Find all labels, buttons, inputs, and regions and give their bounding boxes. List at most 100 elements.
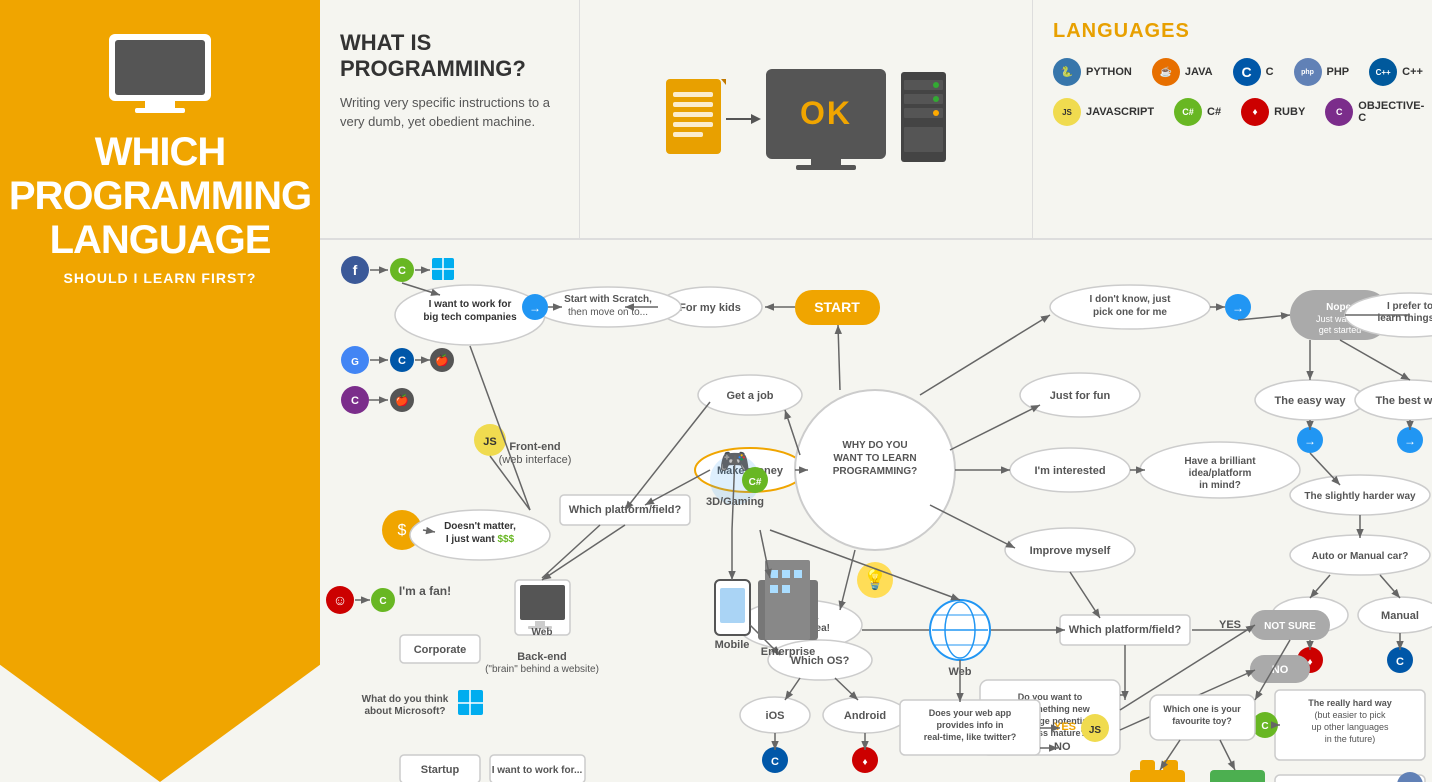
svg-text:Improve myself: Improve myself — [1030, 545, 1111, 557]
php-icon: php — [1294, 58, 1322, 86]
svg-text:The really hard way: The really hard way — [1308, 698, 1392, 708]
left-banner: WHICH PROGRAMMING LANGUAGE SHOULD I LEAR… — [0, 0, 320, 782]
svg-text:about Microsoft?: about Microsoft? — [364, 706, 445, 717]
svg-text:→: → — [1404, 434, 1416, 448]
svg-text:What do you think: What do you think — [362, 694, 449, 705]
main-container: WHICH PROGRAMMING LANGUAGE SHOULD I LEAR… — [0, 0, 1432, 782]
svg-text:YES: YES — [1054, 721, 1076, 733]
svg-text:Which one is your: Which one is your — [1163, 704, 1241, 714]
flowchart-svg: f C I want to work for big tech companie… — [320, 240, 1432, 782]
lang-objc: C OBJECTIVE-C — [1325, 98, 1424, 126]
svg-text:$: $ — [398, 522, 407, 539]
what-is-title: WHAT IS PROGRAMMING? — [340, 30, 559, 83]
svg-text:3D/Gaming: 3D/Gaming — [706, 496, 764, 508]
lang-cpp: C++ C++ — [1369, 58, 1423, 86]
svg-text:C: C — [1261, 721, 1268, 732]
svg-text:NO: NO — [1054, 741, 1071, 753]
languages-title: LANGUAGES — [1053, 20, 1412, 43]
svg-text:→: → — [1232, 301, 1244, 315]
svg-text:f: f — [353, 262, 358, 278]
svg-text:WHY DO YOU: WHY DO YOU — [842, 440, 907, 451]
svg-text:The easy way: The easy way — [1275, 395, 1347, 407]
ruby-icon: ♦ — [1241, 98, 1269, 126]
svg-text:I don't know, just: I don't know, just — [1090, 294, 1172, 305]
svg-text:provides info in: provides info in — [936, 720, 1003, 730]
svg-text:🍎: 🍎 — [435, 353, 449, 367]
svg-text:☺: ☺ — [333, 592, 347, 608]
svg-text:JS: JS — [483, 436, 496, 448]
svg-text:PROGRAMMING?: PROGRAMMING? — [833, 466, 917, 477]
lang-c: C C — [1233, 58, 1274, 86]
what-is-desc: Writing very specific instructions to a … — [340, 93, 559, 132]
svg-text:Just for fun: Just for fun — [1050, 390, 1111, 402]
svg-text:Android: Android — [844, 710, 886, 722]
svg-text:NOT SURE: NOT SURE — [1264, 621, 1316, 632]
svg-text:pick one for me: pick one for me — [1093, 307, 1167, 318]
svg-text:Startup: Startup — [421, 764, 460, 776]
lang-php: php PHP — [1294, 58, 1350, 86]
what-is-programming: WHAT IS PROGRAMMING? Writing very specif… — [320, 0, 580, 238]
languages-panel: LANGUAGES 🐍 PYTHON ☕ JAVA C C — [1032, 0, 1432, 238]
ok-monitor: OK — [766, 69, 886, 170]
svg-text:🍎: 🍎 — [395, 393, 409, 407]
svg-text:G: G — [351, 357, 359, 368]
svg-text:Does your web app: Does your web app — [929, 708, 1012, 718]
python-icon: 🐍 — [1053, 58, 1081, 86]
svg-text:Start with Scratch,: Start with Scratch, — [564, 294, 652, 305]
svg-text:For my kids: For my kids — [679, 302, 741, 314]
svg-text:C: C — [771, 756, 779, 768]
objc-icon: C — [1325, 98, 1353, 126]
svg-text:I want to work for: I want to work for — [429, 299, 512, 310]
lang-python: 🐍 PYTHON — [1053, 58, 1132, 86]
js-icon: JS — [1053, 98, 1081, 126]
cpp-icon: C++ — [1369, 58, 1397, 86]
svg-text:WANT TO LEARN: WANT TO LEARN — [833, 453, 916, 464]
lang-js: JS JAVASCRIPT — [1053, 98, 1154, 126]
monitor-icon — [100, 30, 220, 120]
svg-text:Enterprise: Enterprise — [761, 646, 815, 658]
lang-ruby: ♦ RUBY — [1241, 98, 1305, 126]
svg-text:Doesn't matter,: Doesn't matter, — [444, 521, 516, 532]
svg-text:C#: C# — [749, 477, 762, 488]
svg-text:Mobile: Mobile — [715, 639, 750, 651]
svg-text:→: → — [1304, 434, 1316, 448]
svg-text:Manual: Manual — [1381, 610, 1419, 622]
right-content: WHAT IS PROGRAMMING? Writing very specif… — [320, 0, 1432, 782]
svg-text:then move on to...: then move on to... — [568, 307, 648, 318]
lang-row-1: 🐍 PYTHON ☕ JAVA C C php PHP — [1053, 58, 1412, 86]
banner-title: WHICH PROGRAMMING LANGUAGE — [9, 130, 311, 262]
svg-text:iOS: iOS — [766, 710, 785, 722]
document-icon — [661, 77, 726, 162]
svg-text:C: C — [379, 596, 386, 607]
svg-text:Front-end: Front-end — [509, 441, 560, 453]
c-icon: C — [1233, 58, 1261, 86]
center-visual: OK — [580, 0, 1032, 238]
svg-text:in mind?: in mind? — [1199, 480, 1241, 491]
server-icon — [896, 72, 951, 167]
svg-text:C: C — [1396, 656, 1404, 668]
svg-text:The slightly harder way: The slightly harder way — [1304, 491, 1416, 502]
java-icon: ☕ — [1152, 58, 1180, 86]
svg-text:I'm interested: I'm interested — [1034, 465, 1105, 477]
svg-text:C: C — [398, 265, 406, 277]
svg-text:idea/platform: idea/platform — [1189, 468, 1252, 479]
svg-text:real-time, like twitter?: real-time, like twitter? — [924, 732, 1017, 742]
csharp-icon: C# — [1174, 98, 1202, 126]
lang-csharp: C# C# — [1174, 98, 1221, 126]
svg-text:C: C — [351, 395, 359, 407]
arrow-doc-monitor — [726, 109, 766, 129]
svg-text:START: START — [814, 299, 860, 315]
svg-text:→: → — [529, 301, 541, 315]
svg-text:The best way: The best way — [1375, 395, 1432, 407]
svg-text:favourite toy?: favourite toy? — [1172, 716, 1232, 726]
svg-text:("brain" behind a website): ("brain" behind a website) — [485, 664, 599, 675]
top-section: WHAT IS PROGRAMMING? Writing very specif… — [320, 0, 1432, 240]
svg-text:(but easier to pick: (but easier to pick — [1314, 710, 1386, 720]
svg-text:YES: YES — [1219, 619, 1241, 631]
lang-java: ☕ JAVA — [1152, 58, 1213, 86]
svg-text:Have a brilliant: Have a brilliant — [1184, 456, 1256, 467]
svg-text:C: C — [398, 355, 406, 367]
banner-subtitle: SHOULD I LEARN FIRST? — [64, 270, 257, 286]
svg-text:I just want $$$: I just want $$$ — [446, 534, 515, 545]
svg-text:Auto or Manual car?: Auto or Manual car? — [1312, 551, 1409, 562]
